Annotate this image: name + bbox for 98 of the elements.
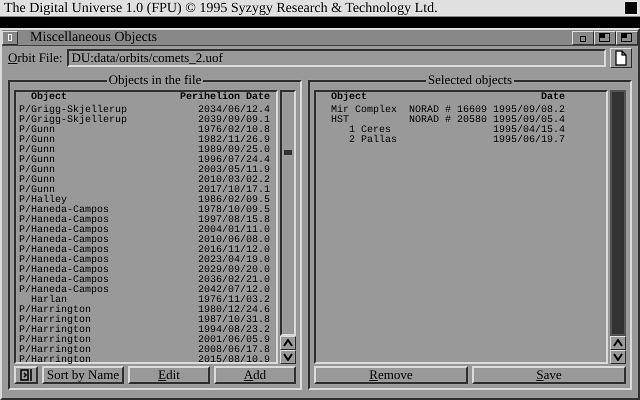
date-cell: 1987/10/31.8 xyxy=(198,316,270,326)
object-name[interactable]: P/Harrington xyxy=(19,316,92,326)
object-name[interactable]: P/Gunn xyxy=(19,126,56,136)
object-name[interactable]: Mir Complex xyxy=(330,106,397,116)
object-name[interactable]: Harlan xyxy=(19,296,68,306)
panel-button[interactable]: Remove xyxy=(314,366,468,384)
date-cell: 1995/04/15.4 xyxy=(492,126,565,136)
column-header: Date xyxy=(540,93,565,103)
close-button[interactable] xyxy=(2,30,18,44)
date-cell: 1986/02/09.5 xyxy=(198,196,270,206)
object-name[interactable]: P/Haneda-Campos xyxy=(19,256,110,266)
date-cell: 1994/08/23.2 xyxy=(198,326,270,336)
object-name[interactable]: P/Haneda-Campos xyxy=(19,236,110,246)
object-name[interactable]: P/Harrington xyxy=(19,306,92,316)
panel-title: Objects in the file xyxy=(106,73,204,87)
orbit-file-field[interactable]: DU:data/orbits/comets_2.uof xyxy=(66,49,606,67)
object-name[interactable]: P/Harrington xyxy=(19,336,92,346)
object-name[interactable]: P/Halley xyxy=(19,196,68,206)
window-gadget[interactable] xyxy=(594,30,616,44)
date-cell: 1995/06/19.7 xyxy=(492,136,565,146)
norad-number: NORAD # 16609 xyxy=(408,106,487,116)
object-name[interactable]: P/Haneda-Campos xyxy=(19,206,110,216)
window-gadget[interactable] xyxy=(616,30,638,44)
object-name[interactable]: P/Gunn xyxy=(19,136,56,146)
window-title: Miscellaneous Objects xyxy=(30,30,158,45)
scroll-down-button[interactable] xyxy=(280,350,296,364)
date-cell: 1995/09/05.4 xyxy=(492,116,565,126)
scroll-up-button[interactable] xyxy=(280,336,296,350)
file-picker-button[interactable] xyxy=(610,48,632,68)
date-cell: 2039/09/09.1 xyxy=(198,116,270,126)
object-name[interactable]: P/Haneda-Campos xyxy=(19,276,110,286)
scroll-up-button[interactable] xyxy=(610,336,626,350)
panel-button[interactable]: Save xyxy=(472,366,626,384)
object-name[interactable]: P/Harrington xyxy=(19,326,92,336)
panel-button[interactable]: Edit xyxy=(128,366,210,384)
object-name[interactable]: P/Haneda-Campos xyxy=(19,266,110,276)
date-cell: 2042/07/12.0 xyxy=(198,286,270,296)
down-caret-icon xyxy=(282,353,293,361)
close-icon xyxy=(8,34,12,41)
scroll-down-button[interactable] xyxy=(610,350,626,364)
date-cell: 1989/09/25.0 xyxy=(198,146,270,156)
scrollbar-thumb[interactable] xyxy=(284,150,292,155)
panel-button[interactable]: Add xyxy=(214,366,296,384)
date-cell: 2015/08/10.9 xyxy=(198,356,270,366)
window-gadget[interactable] xyxy=(572,30,594,44)
object-name[interactable]: P/Gunn xyxy=(19,186,56,196)
column-header: Object xyxy=(31,93,68,103)
document-icon xyxy=(615,50,627,66)
object-name[interactable]: 1 Ceres xyxy=(330,126,391,136)
date-cell: 1978/10/09.5 xyxy=(198,206,270,216)
date-cell: 2003/05/11.9 xyxy=(198,166,270,176)
date-cell: 2008/06/17.8 xyxy=(198,346,270,356)
date-cell: 1976/02/10.8 xyxy=(198,126,270,136)
date-cell: 1997/08/15.8 xyxy=(198,216,270,226)
orbit-file-label: Orbit File: xyxy=(8,49,63,68)
date-cell: 2010/06/08.0 xyxy=(198,236,270,246)
date-cell: 2036/02/21.0 xyxy=(198,276,270,286)
object-name[interactable]: P/Haneda-Campos xyxy=(19,286,110,296)
object-name[interactable]: P/Gunn xyxy=(19,166,56,176)
column-header: Object xyxy=(330,93,367,103)
date-cell: 2029/09/20.0 xyxy=(198,266,270,276)
object-name[interactable]: P/Grigg-Skjellerup xyxy=(19,116,128,126)
date-cell: 2023/04/19.0 xyxy=(198,256,270,266)
object-name[interactable]: P/Grigg-Skjellerup xyxy=(19,106,128,116)
up-caret-icon xyxy=(282,339,293,347)
object-name[interactable]: P/Haneda-Campos xyxy=(19,246,110,256)
window-gadget-icon xyxy=(599,32,611,42)
object-name[interactable]: HST xyxy=(330,116,349,126)
date-cell: 1996/07/24.4 xyxy=(198,156,270,166)
screen-depth-gadget[interactable] xyxy=(624,1,638,15)
object-name[interactable]: P/Harrington xyxy=(19,356,92,366)
date-cell: 2016/11/12.0 xyxy=(198,246,270,256)
object-name[interactable]: P/Gunn xyxy=(19,176,56,186)
object-name[interactable]: 2 Pallas xyxy=(330,136,397,146)
object-name[interactable]: P/Harrington xyxy=(19,346,92,356)
date-cell: 1995/09/08.2 xyxy=(492,106,565,116)
date-cell: 2004/01/11.0 xyxy=(198,226,270,236)
date-cell: 2001/06/05.9 xyxy=(198,336,270,346)
panel-button[interactable]: Sort by Name xyxy=(42,366,124,384)
up-caret-icon xyxy=(613,339,623,347)
date-cell: 2017/10/17.1 xyxy=(198,186,270,196)
drawer-icon xyxy=(19,369,33,381)
object-name[interactable]: P/Gunn xyxy=(19,156,56,166)
down-caret-icon xyxy=(613,353,623,361)
object-name[interactable]: P/Haneda-Campos xyxy=(19,216,110,226)
date-cell: 2034/06/12.4 xyxy=(198,106,270,116)
date-cell: 1976/11/03.2 xyxy=(198,296,270,306)
object-name[interactable]: P/Gunn xyxy=(19,146,56,156)
date-cell: 1982/11/26.9 xyxy=(198,136,270,146)
screen-title: The Digital Universe 1.0 (FPU) © 1995 Syzygy Research & Technology Ltd. xyxy=(4,0,439,16)
column-header: Perihelion Date xyxy=(180,93,270,103)
date-cell: 1980/12/24.6 xyxy=(198,306,270,316)
panel-title: Selected objects xyxy=(426,73,514,87)
window-gadget-icon xyxy=(621,32,633,42)
norad-number: NORAD # 20580 xyxy=(408,116,487,126)
date-cell: 2010/03/02.2 xyxy=(198,176,270,186)
drawer-button[interactable] xyxy=(14,366,38,384)
object-name[interactable]: P/Haneda-Campos xyxy=(19,226,110,236)
